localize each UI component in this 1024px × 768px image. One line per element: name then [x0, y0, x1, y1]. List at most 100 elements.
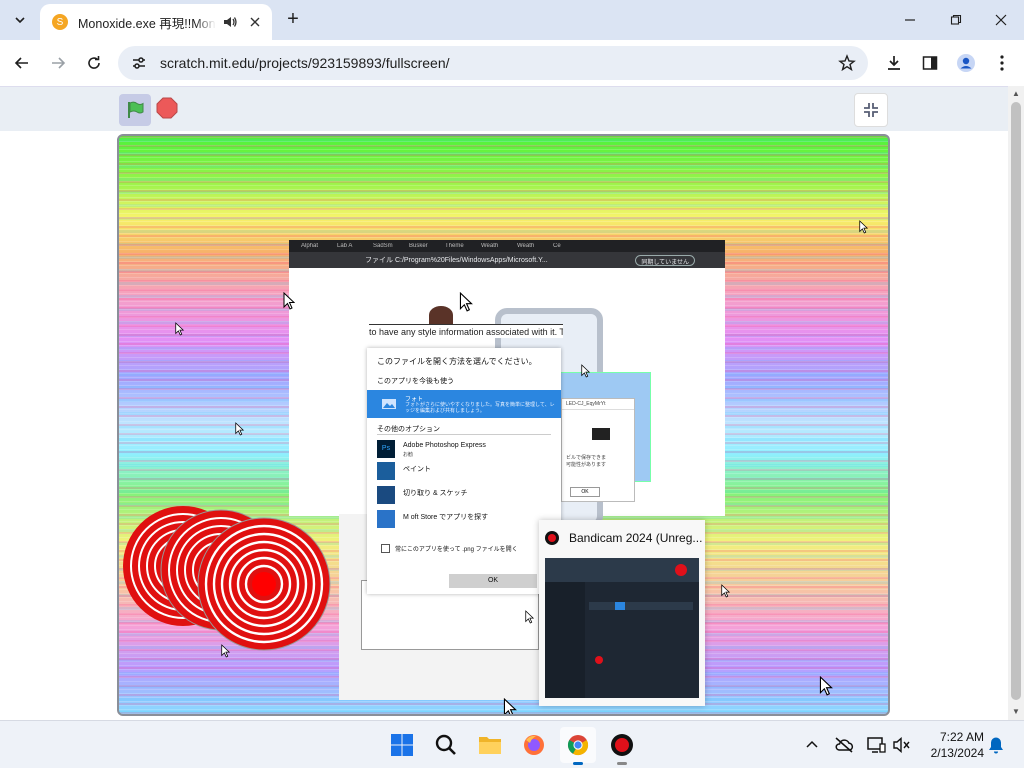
- running-indicator: [617, 762, 627, 765]
- bandicam-preview-popup[interactable]: Bandicam 2024 (Unreg...: [539, 520, 705, 706]
- reload-button[interactable]: [82, 51, 106, 75]
- scratch-favicon-icon: S: [52, 14, 68, 30]
- address-bar[interactable]: scratch.mit.edu/projects/923159893/fulls…: [118, 46, 868, 80]
- network-tray-button[interactable]: [866, 735, 886, 755]
- onedrive-tray-button[interactable]: [834, 735, 854, 755]
- mini-dialog-ok: OK: [570, 487, 600, 497]
- thumb-record-dot: [595, 656, 603, 664]
- taskbar-search-button[interactable]: [428, 727, 464, 763]
- app-option-name: ペイント: [403, 466, 431, 473]
- inner-tab: Weath: [481, 243, 499, 249]
- inner-tab: Lab A: [337, 243, 353, 249]
- inner-tab: Ce: [553, 243, 561, 249]
- app-option-name: 切り取り & スケッチ: [403, 490, 468, 497]
- side-panel-button[interactable]: [918, 51, 942, 75]
- always-use-checkbox: [381, 544, 390, 553]
- file-explorer-button[interactable]: [472, 727, 508, 763]
- screen: S Monoxide.exe 再現!!Monoxide +: [0, 0, 1024, 768]
- bandicam-taskbar-button[interactable]: [604, 727, 640, 765]
- scroll-up-arrow[interactable]: ▲: [1012, 90, 1020, 98]
- start-button[interactable]: [384, 727, 420, 763]
- thumb-tabs: [589, 602, 693, 610]
- red-rings-graphic: [123, 506, 331, 651]
- bandicam-header: Bandicam 2024 (Unreg...: [545, 528, 702, 548]
- downloads-button[interactable]: [882, 51, 906, 75]
- firefox-button[interactable]: [516, 727, 552, 763]
- side-panel-icon: [922, 56, 938, 70]
- page-content: Alphat Lab A SadSm Busker Theme Weath We…: [0, 86, 1008, 720]
- chrome-icon: [567, 735, 589, 756]
- mini-dialog-title: LED-CJ_EqyMrYt: [562, 399, 634, 410]
- scroll-down-arrow[interactable]: ▼: [1012, 708, 1020, 716]
- tab-search-button[interactable]: [8, 8, 32, 32]
- project-stage[interactable]: Alphat Lab A SadSm Busker Theme Weath We…: [117, 134, 890, 716]
- thumb-active-tab: [615, 602, 625, 610]
- inner-tab: Busker: [409, 243, 428, 249]
- site-settings-icon[interactable]: [130, 54, 148, 72]
- cursor-icon: [283, 292, 295, 310]
- bookmark-star-icon[interactable]: [838, 54, 856, 72]
- inner-tab: SadSm: [373, 243, 393, 249]
- app-option-name: Adobe Photoshop Express: [403, 442, 486, 449]
- scratch-control-bar: [0, 86, 1008, 131]
- clock-time: 7:22 AM: [939, 730, 984, 744]
- inner-url: ファイル C:/Program%20Files/WindowsApps/Micr…: [365, 257, 548, 264]
- other-options-label: その他のオプション: [377, 426, 440, 433]
- close-window-button[interactable]: [989, 8, 1013, 32]
- snip-icon: [377, 486, 395, 504]
- cursor-icon: [221, 644, 230, 658]
- back-button[interactable]: [10, 51, 34, 75]
- restore-button[interactable]: [944, 8, 968, 32]
- record-dot-icon: [675, 564, 687, 576]
- active-indicator: [573, 762, 583, 765]
- chrome-button[interactable]: [560, 727, 596, 765]
- windows-taskbar: 7:22 AM 2/13/2024: [0, 720, 1024, 768]
- always-use-label: 常にこのアプリを使って .png ファイルを開く: [395, 547, 518, 553]
- speaker-icon[interactable]: [222, 14, 238, 30]
- show-hidden-icons-button[interactable]: [802, 735, 822, 755]
- page-scrollbar[interactable]: ▲ ▼: [1008, 86, 1024, 720]
- system-clock[interactable]: 7:22 AM 2/13/2024: [922, 729, 984, 761]
- tab-title: Monoxide.exe 再現!!Monoxide: [78, 16, 216, 31]
- tab-close-button[interactable]: [246, 13, 264, 31]
- forward-button[interactable]: [46, 51, 70, 75]
- mini-dialog: LED-CJ_EqyMrYt ビルで保存できま 可能性があります OK: [561, 398, 635, 502]
- arrow-right-icon: [52, 57, 66, 69]
- inner-tab: Theme: [445, 243, 464, 249]
- cursor-icon: [859, 220, 868, 234]
- mini-dialog-line: 可能性があります: [566, 462, 607, 468]
- notifications-button[interactable]: [986, 735, 1006, 755]
- new-tab-button[interactable]: +: [282, 9, 304, 31]
- exit-fullscreen-button[interactable]: [854, 93, 888, 127]
- bandicam-thumbnail: [545, 558, 699, 698]
- folder-icon: [479, 737, 501, 754]
- cursor-icon: [503, 698, 517, 714]
- stop-button[interactable]: [155, 96, 179, 120]
- cursor-icon: [721, 584, 730, 598]
- open-with-ok: OK: [449, 574, 537, 588]
- app-option-name: M oft Store でアプリを探す: [403, 514, 489, 521]
- scrollbar-thumb[interactable]: [1011, 102, 1021, 700]
- mini-dialog-line: ビルで保存できま: [566, 455, 607, 461]
- menu-button[interactable]: [990, 51, 1014, 75]
- tab-monoxide[interactable]: S Monoxide.exe 再現!!Monoxide: [40, 4, 272, 40]
- open-with-title: このファイルを開く方法を選んでください。: [377, 357, 537, 366]
- chevron-down-icon: [15, 17, 25, 24]
- green-flag-icon: [128, 101, 144, 118]
- selected-app-desc: フォトがさらに使いやすくなりました。写真を簡単に整理して、レッジを編集および共有…: [405, 402, 555, 414]
- xml-message: to have any style information associated…: [369, 324, 563, 338]
- chevron-up-icon: [806, 740, 818, 748]
- arrow-left-icon: [14, 57, 28, 69]
- close-icon: [250, 17, 260, 27]
- minimize-button[interactable]: [898, 8, 922, 32]
- green-flag-button[interactable]: [119, 94, 151, 126]
- volume-tray-button[interactable]: [892, 735, 912, 755]
- keep-using-label: このアプリを今後も使う: [377, 378, 454, 385]
- bandicam-title: Bandicam 2024 (Unreg...: [569, 531, 703, 545]
- photos-icon: [382, 399, 396, 409]
- minimize-icon: [905, 19, 915, 21]
- cursor-icon: [175, 322, 184, 336]
- search-icon: [435, 734, 456, 755]
- profile-button[interactable]: [954, 51, 978, 75]
- inner-tab-strip: Alphat Lab A SadSm Busker Theme Weath We…: [289, 240, 725, 252]
